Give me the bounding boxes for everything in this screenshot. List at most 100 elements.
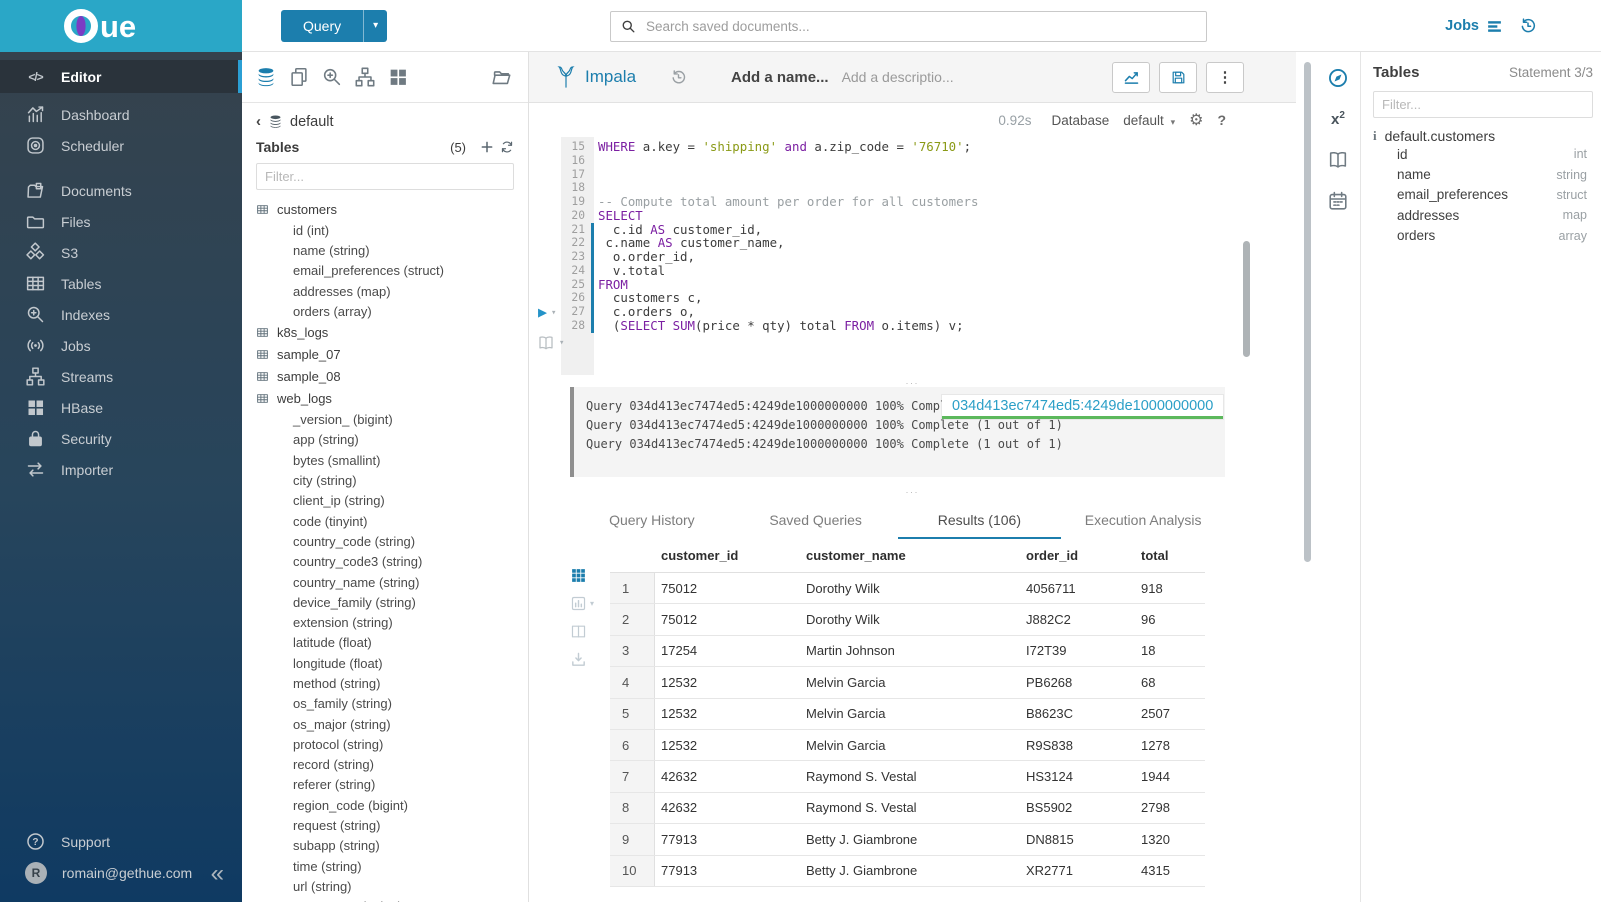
tree-table-k8s_logs[interactable]: k8s_logs	[256, 321, 514, 343]
tree-column[interactable]: record (string)	[256, 755, 514, 775]
databases-icon[interactable]	[255, 66, 277, 88]
open-folder-icon[interactable]	[490, 66, 512, 88]
editor-scrollbar[interactable]	[1243, 241, 1250, 357]
code-line[interactable]: 26 customers c,	[529, 291, 1256, 305]
code-line[interactable]: 25FROM	[529, 278, 1256, 292]
tree-column[interactable]: app (string)	[256, 430, 514, 450]
engine-selector[interactable]: Impala	[557, 66, 636, 88]
explain-button[interactable]: ▾	[537, 334, 564, 352]
sidebar-item-scheduler[interactable]: Scheduler	[0, 130, 242, 161]
table-row[interactable]: 842632Raymond S. VestalBS59022798	[610, 793, 1205, 824]
explain-caret[interactable]: ▾	[559, 338, 564, 348]
tab-query-history[interactable]: Query History	[570, 503, 734, 539]
sidebar-item-importer[interactable]: Importer	[0, 454, 242, 485]
sql-editor[interactable]: 15WHERE a.key = 'shipping' and a.zip_cod…	[529, 137, 1296, 375]
database-breadcrumb[interactable]: ‹ default	[256, 113, 514, 130]
settings-gear-icon[interactable]: ⚙	[1189, 110, 1203, 130]
add-table-icon[interactable]	[480, 140, 494, 154]
table-row[interactable]: 175012Dorothy Wilk4056711918	[610, 573, 1205, 604]
sidebar-item-files[interactable]: Files	[0, 206, 242, 237]
back-chevron-icon[interactable]: ‹	[256, 113, 261, 130]
tree-column[interactable]: url (string)	[256, 876, 514, 896]
refresh-icon[interactable]	[500, 140, 514, 154]
language-reference-tab[interactable]	[1325, 147, 1351, 173]
sidebar-item-user[interactable]: R romain@gethue.com	[0, 857, 242, 888]
sidebar-item-hbase[interactable]: HBase	[0, 392, 242, 423]
tree-column[interactable]: request (string)	[256, 815, 514, 835]
tree-column[interactable]: longitude (float)	[256, 653, 514, 673]
table-row[interactable]: 1077913Betty J. GiambroneXR27714315	[610, 856, 1205, 887]
tree-table-sample_07[interactable]: sample_07	[256, 343, 514, 365]
code-line[interactable]: 21 c.id AS customer_id,	[529, 223, 1256, 237]
tab-execution-analysis[interactable]: Execution Analysis	[1061, 503, 1225, 539]
chart-view-button[interactable]: ▾	[570, 595, 594, 612]
help-icon[interactable]: ?	[1217, 112, 1226, 128]
tree-table-web_logs[interactable]: web_logs	[256, 387, 514, 409]
new-query-button[interactable]: Query ▾	[281, 10, 387, 42]
code-line[interactable]: 28 (SELECT SUM(price * qty) total FROM o…	[529, 319, 1256, 333]
code-line[interactable]: 23 o.order_id,	[529, 250, 1256, 264]
tree-column[interactable]: latitude (float)	[256, 633, 514, 653]
sidebar-collapse-button[interactable]: «	[211, 862, 224, 886]
column-header-customer_id[interactable]: customer_id	[655, 548, 800, 563]
assistant-tab[interactable]	[1325, 65, 1351, 91]
code-line[interactable]: 18	[529, 181, 1256, 195]
right-filter-input[interactable]	[1373, 91, 1593, 118]
code-line[interactable]: 16	[529, 154, 1256, 168]
tree-column[interactable]: bytes (smallint)	[256, 450, 514, 470]
run-options-caret[interactable]: ▾	[551, 308, 556, 318]
tree-column[interactable]: time (string)	[256, 856, 514, 876]
jobs-link[interactable]: Jobs	[1445, 18, 1503, 35]
tree-column[interactable]: email_preferences (struct)	[256, 261, 514, 281]
sidebar-item-s3[interactable]: S3	[0, 237, 242, 268]
resize-grip[interactable]: ...	[529, 375, 1296, 387]
tree-column[interactable]: client_ip (string)	[256, 491, 514, 511]
right-column-addresses[interactable]: addressesmap	[1373, 205, 1593, 225]
tree-column[interactable]: region_code (bigint)	[256, 795, 514, 815]
info-icon[interactable]: i	[1373, 128, 1377, 144]
tree-column[interactable]: name (string)	[256, 240, 514, 260]
tree-column[interactable]: device_family (string)	[256, 592, 514, 612]
grid-view-button[interactable]	[570, 567, 587, 584]
code-line[interactable]: 24 v.total	[529, 264, 1256, 278]
run-query-button[interactable]: ▶ ▾	[538, 305, 556, 320]
table-row[interactable]: 977913Betty J. GiambroneDN88151320	[610, 824, 1205, 855]
sitemap-icon[interactable]	[354, 66, 376, 88]
sidebar-item-dashboard[interactable]: Dashboard	[0, 99, 242, 130]
sidebar-item-indexes[interactable]: Indexes	[0, 299, 242, 330]
tree-table-customers[interactable]: customers	[256, 198, 514, 220]
query-id-badge[interactable]: 034d413ec7474ed5:4249de1000000000	[942, 395, 1223, 419]
tree-column[interactable]: country_code3 (string)	[256, 552, 514, 572]
sidebar-item-documents[interactable]: Documents	[0, 175, 242, 206]
documents-copy-icon[interactable]	[288, 66, 310, 88]
tree-column[interactable]: id (int)	[256, 220, 514, 240]
sidebar-item-editor[interactable]: </>Editor	[0, 60, 242, 93]
tree-column[interactable]: referer (string)	[256, 775, 514, 795]
tree-column[interactable]: code (tinyint)	[256, 511, 514, 531]
column-header-order_id[interactable]: order_id	[1020, 548, 1135, 563]
zoom-in-icon[interactable]	[321, 66, 343, 88]
tree-column[interactable]: user_agent (string)	[256, 897, 514, 902]
functions-tab[interactable]: x2	[1325, 106, 1351, 132]
table-row[interactable]: 742632Raymond S. VestalHS31241944	[610, 761, 1205, 792]
panel-resizer[interactable]	[1304, 62, 1311, 562]
tree-column[interactable]: orders (array)	[256, 301, 514, 321]
columns-view-button[interactable]	[570, 623, 587, 640]
active-table-row[interactable]: i default.customers	[1373, 128, 1593, 144]
sidebar-item-streams[interactable]: Streams	[0, 361, 242, 392]
column-header-total[interactable]: total	[1135, 548, 1205, 563]
more-actions-button[interactable]: ⋮	[1206, 62, 1244, 93]
tree-column[interactable]: protocol (string)	[256, 734, 514, 754]
sidebar-item-jobs[interactable]: Jobs	[0, 330, 242, 361]
app-logo[interactable]: ue	[0, 0, 242, 52]
right-column-email_preferences[interactable]: email_preferencesstruct	[1373, 185, 1593, 205]
apps-grid-icon[interactable]	[387, 66, 409, 88]
column-header-customer_name[interactable]: customer_name	[800, 548, 1020, 563]
code-line[interactable]: 15WHERE a.key = 'shipping' and a.zip_cod…	[529, 140, 1256, 154]
tree-column[interactable]: city (string)	[256, 470, 514, 490]
right-column-orders[interactable]: ordersarray	[1373, 226, 1593, 246]
chart-button[interactable]	[1112, 62, 1150, 93]
code-line[interactable]: 20SELECT	[529, 209, 1256, 223]
schedule-tab[interactable]	[1325, 188, 1351, 214]
tab-results-106-[interactable]: Results (106)	[898, 503, 1062, 539]
